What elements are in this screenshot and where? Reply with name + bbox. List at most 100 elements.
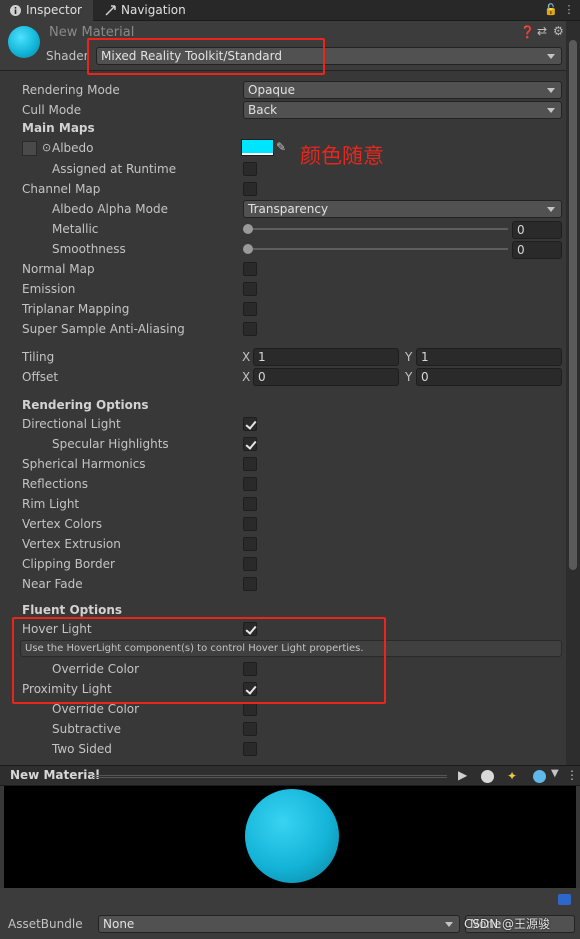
help-icon[interactable]: ❓: [520, 25, 535, 39]
offset-y-field[interactable]: 0: [416, 368, 562, 386]
smoothness-slider-knob[interactable]: [243, 244, 253, 254]
albedo-label: Albedo: [52, 141, 94, 155]
vertex-colors-checkbox[interactable]: [243, 517, 257, 531]
offset-x-label: X: [242, 370, 251, 384]
metallic-field[interactable]: 0: [512, 221, 562, 239]
emission-checkbox[interactable]: [243, 282, 257, 296]
rim-light-checkbox[interactable]: [243, 497, 257, 511]
clipping-border-checkbox[interactable]: [243, 557, 257, 571]
channel-map-checkbox[interactable]: [243, 182, 257, 196]
rendering-options-heading: Rendering Options: [22, 398, 149, 412]
triplanar-label: Triplanar Mapping: [22, 302, 130, 316]
asset-bundle-dropdown[interactable]: None: [98, 915, 460, 933]
triplanar-checkbox[interactable]: [243, 302, 257, 316]
channel-map-label: Channel Map: [22, 182, 101, 196]
smoothness-slider-track[interactable]: [249, 248, 508, 250]
spherical-checkbox[interactable]: [243, 457, 257, 471]
normal-map-label: Normal Map: [22, 262, 95, 276]
normal-map-checkbox[interactable]: [243, 262, 257, 276]
offset-label: Offset: [22, 370, 59, 384]
presets-icon[interactable]: ⇄: [537, 24, 547, 38]
tiling-x-label: X: [242, 350, 251, 364]
smoothness-field[interactable]: 0: [512, 241, 562, 259]
shader-annotation-box: [87, 38, 325, 75]
tab-inspector[interactable]: Inspector: [0, 0, 93, 21]
metallic-slider-track[interactable]: [249, 228, 508, 230]
override-color-checkbox-2[interactable]: [243, 702, 257, 716]
tiling-label: Tiling: [22, 350, 55, 364]
chevron-down-icon: [445, 922, 453, 927]
subtractive-checkbox[interactable]: [243, 722, 257, 736]
lock-icon[interactable]: 🔓: [544, 3, 558, 17]
background-sphere-icon[interactable]: [533, 770, 546, 783]
specular-checkbox[interactable]: [243, 437, 257, 451]
main-maps-heading: Main Maps: [22, 121, 95, 135]
preview-toolbar: New Material ▶ ✦ ▼ ⋮: [0, 765, 580, 786]
near-fade-label: Near Fade: [22, 577, 83, 591]
albedo-texture-slot[interactable]: [22, 141, 37, 156]
more-menu-icon[interactable]: ⋮: [562, 3, 576, 17]
vertex-extrusion-checkbox[interactable]: [243, 537, 257, 551]
specular-label: Specular Highlights: [52, 437, 169, 451]
tiling-x-field[interactable]: 1: [253, 348, 399, 366]
albedo-alpha-mode-value: Transparency: [248, 202, 329, 216]
preview-sphere: [245, 789, 339, 883]
metallic-slider-knob[interactable]: [243, 224, 253, 234]
watermark: CSDN @王源骏: [464, 917, 551, 931]
reflections-checkbox[interactable]: [243, 477, 257, 491]
directional-light-label: Directional Light: [22, 417, 121, 431]
tab-bar: Inspector Navigation 🔓 ⋮: [0, 0, 580, 21]
play-icon[interactable]: ▶: [458, 768, 467, 782]
offset-x-field[interactable]: 0: [253, 368, 399, 386]
target-icon[interactable]: ⊙: [42, 141, 51, 154]
tab-label: Navigation: [121, 3, 186, 17]
reflections-label: Reflections: [22, 477, 88, 491]
rendering-mode-value: Opaque: [248, 83, 296, 97]
material-thumbnail: [8, 26, 40, 58]
drag-handle[interactable]: [93, 775, 447, 778]
sphere-icon[interactable]: [481, 770, 494, 783]
settings-gear-icon[interactable]: ⚙: [553, 24, 564, 38]
emission-label: Emission: [22, 282, 76, 296]
super-sample-label: Super Sample Anti-Aliasing: [22, 322, 185, 336]
vertex-colors-label: Vertex Colors: [22, 517, 102, 531]
super-sample-checkbox[interactable]: [243, 322, 257, 336]
label-tag-icon[interactable]: [558, 894, 571, 905]
subtractive-label: Subtractive: [52, 722, 121, 736]
albedo-alpha-mode-dropdown[interactable]: Transparency: [243, 200, 562, 218]
scrollbar-thumb[interactable]: [569, 40, 577, 570]
metallic-label: Metallic: [52, 222, 99, 236]
two-sided-label: Two Sided: [52, 742, 112, 756]
smoothness-label: Smoothness: [52, 242, 126, 256]
assigned-runtime-checkbox[interactable]: [243, 162, 257, 176]
chevron-down-icon: [547, 54, 555, 59]
light-icon[interactable]: ✦: [507, 769, 517, 783]
directional-light-checkbox[interactable]: [243, 417, 257, 431]
shader-label: Shader: [46, 49, 89, 63]
more-menu-icon[interactable]: ⋮: [566, 768, 578, 782]
asset-bundle-bar: AssetBundle None None CSDN @王源骏: [0, 888, 580, 939]
cull-mode-value: Back: [248, 103, 278, 117]
albedo-color-swatch[interactable]: [241, 139, 274, 156]
two-sided-checkbox[interactable]: [243, 742, 257, 756]
info-icon: [10, 5, 21, 16]
tiling-y-field[interactable]: 1: [416, 348, 562, 366]
chevron-down-icon: [547, 88, 555, 93]
cull-mode-dropdown[interactable]: Back: [243, 101, 562, 119]
cull-mode-label: Cull Mode: [22, 103, 82, 117]
alpha-bar: [242, 153, 273, 155]
vertex-extrusion-label: Vertex Extrusion: [22, 537, 121, 551]
chevron-down-icon[interactable]: ▼: [551, 768, 559, 779]
offset-y-label: Y: [405, 370, 413, 384]
navigation-icon: [105, 5, 116, 16]
asset-bundle-label: AssetBundle: [8, 917, 83, 931]
chevron-down-icon: [547, 207, 555, 212]
rendering-mode-dropdown[interactable]: Opaque: [243, 81, 562, 99]
rim-light-label: Rim Light: [22, 497, 80, 511]
annotation-note: 颜色随意: [300, 144, 384, 168]
tab-label: Inspector: [26, 3, 82, 17]
eyedropper-icon[interactable]: ✎: [276, 140, 290, 155]
tab-navigation[interactable]: Navigation: [95, 0, 195, 21]
near-fade-checkbox[interactable]: [243, 577, 257, 591]
tiling-y-label: Y: [405, 350, 413, 364]
